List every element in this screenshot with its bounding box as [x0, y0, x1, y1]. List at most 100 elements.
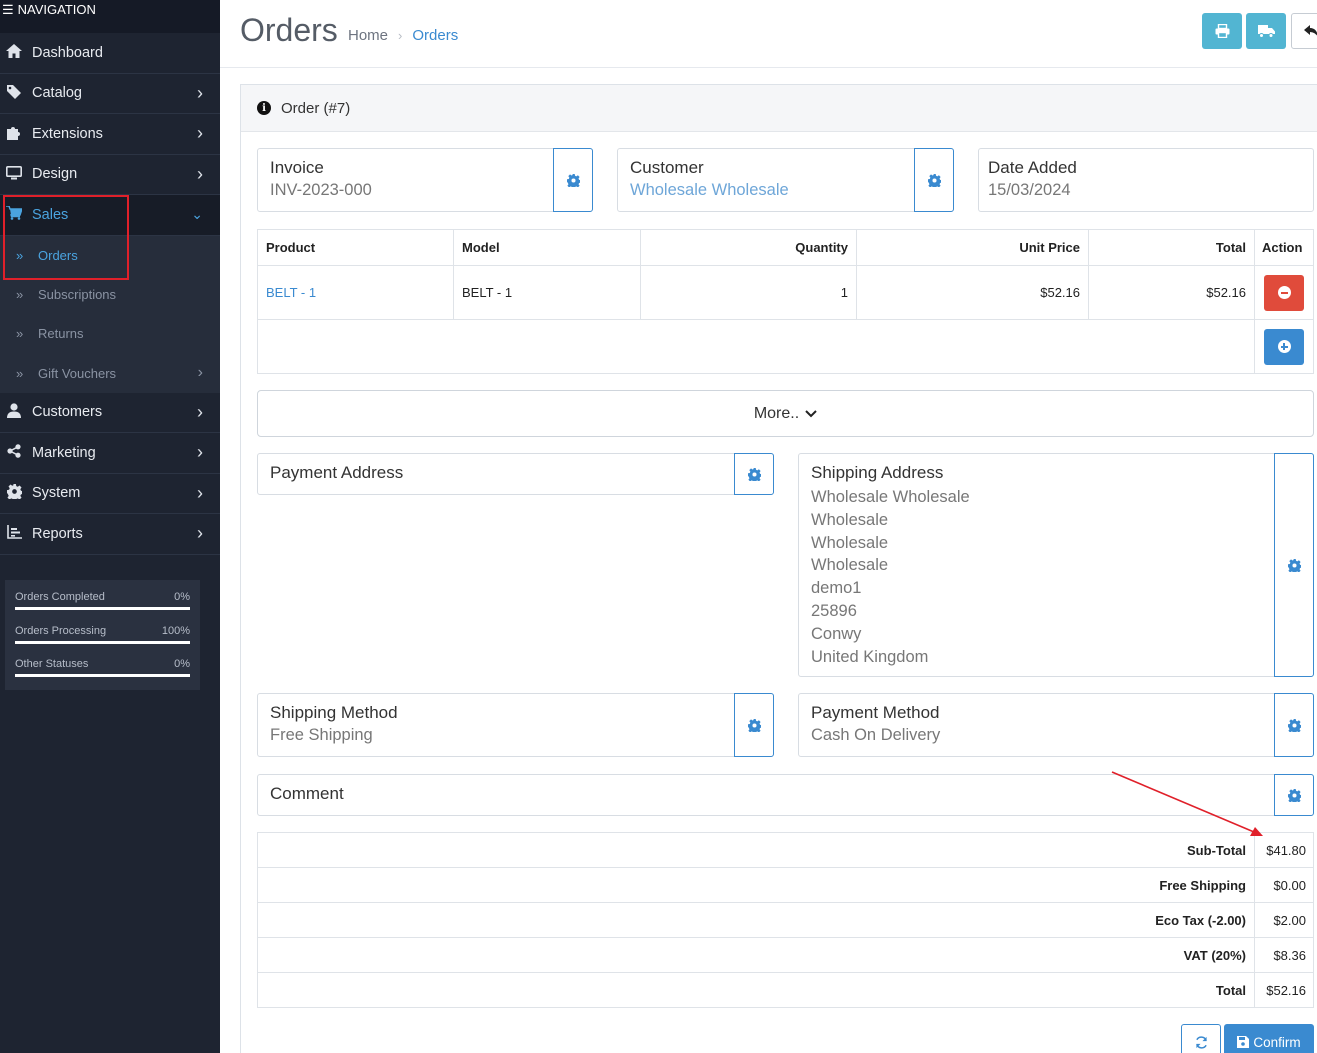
totals-label: VAT (20%): [257, 937, 1255, 973]
chevron-down-icon: [805, 409, 817, 417]
date-added-box: Date Added 15/03/2024: [978, 148, 1314, 212]
totals-value: $2.00: [1254, 902, 1314, 938]
customer-link[interactable]: Wholesale Wholesale: [630, 181, 789, 200]
gear-icon: [1287, 788, 1301, 802]
more-button[interactable]: More..: [257, 390, 1314, 437]
column-header-model: Model: [453, 229, 641, 266]
remove-product-button[interactable]: [1264, 274, 1304, 311]
double-chevron-icon: »: [16, 286, 24, 302]
gear-icon: [747, 467, 761, 481]
sidebar-item-customers[interactable]: Customers ›: [0, 393, 220, 434]
double-chevron-icon: »: [16, 365, 24, 381]
shipping-method-box: Shipping Method Free Shipping: [257, 693, 774, 757]
chevron-right-icon: ›: [197, 123, 203, 144]
empty-cell: [257, 319, 1255, 374]
breadcrumb-separator-icon: ›: [398, 28, 403, 43]
menu-icon[interactable]: ☰: [2, 2, 14, 18]
breadcrumb-orders-link[interactable]: Orders: [412, 27, 458, 44]
customer-box: Customer Wholesale Wholesale: [617, 148, 954, 212]
totals-label: Eco Tax (-2.00): [257, 902, 1255, 938]
address-line: United Kingdom: [811, 647, 929, 666]
save-icon: [1237, 1036, 1250, 1048]
gear-icon: [1287, 558, 1301, 572]
print-invoice-button[interactable]: [1202, 13, 1242, 49]
gear-icon: [4, 484, 24, 502]
payment-method-settings-button[interactable]: [1274, 693, 1314, 757]
shipping-address-settings-button[interactable]: [1274, 453, 1314, 677]
product-table: Product Model Quantity Unit Price Total …: [257, 229, 1314, 374]
chevron-right-icon: ›: [197, 163, 203, 184]
column-header-total: Total: [1088, 229, 1255, 266]
sidebar-subitem-returns[interactable]: » Returns: [0, 314, 220, 354]
breadcrumb-home-link[interactable]: Home: [348, 27, 388, 44]
sidebar-subitem-label: Returns: [38, 326, 84, 342]
sidebar: ☰ NAVIGATION Dashboard Catalog › Extensi…: [0, 0, 220, 1053]
puzzle-icon: [4, 125, 24, 143]
product-link[interactable]: BELT - 1: [257, 265, 454, 320]
sidebar-item-catalog[interactable]: Catalog ›: [0, 74, 220, 114]
address-line: Wholesale: [811, 533, 889, 552]
payment-address-settings-button[interactable]: [734, 453, 774, 495]
shipping-address-box: Shipping Address Wholesale Wholesale Who…: [798, 453, 1314, 677]
stat-progress-bar: [15, 607, 190, 610]
product-total: $52.16: [1088, 265, 1255, 320]
table-row: BELT - 1 BELT - 1 1 $52.16 $52.16: [257, 265, 1314, 320]
invoice-label: Invoice: [270, 158, 324, 177]
plus-circle-icon: [1277, 340, 1291, 353]
payment-method-value: Cash On Delivery: [811, 726, 941, 744]
totals-value: $52.16: [1254, 972, 1314, 1008]
column-header-unit-price: Unit Price: [856, 229, 1089, 266]
order-card: i Order (#7) Invoice INV-2023-000 Custom…: [240, 84, 1317, 1053]
sidebar-item-design[interactable]: Design ›: [0, 155, 220, 195]
sidebar-subitem-subscriptions[interactable]: » Subscriptions: [0, 274, 220, 315]
shipping-method-settings-button[interactable]: [734, 693, 774, 757]
stat-progress-fill: [15, 640, 190, 644]
stat-progress-bar: [15, 674, 190, 677]
invoice-settings-button[interactable]: [553, 148, 593, 212]
column-header-quantity: Quantity: [640, 229, 857, 266]
back-button[interactable]: [1291, 13, 1317, 49]
sidebar-subitem-gift-vouchers[interactable]: » Gift Vouchers ›: [0, 353, 220, 393]
gear-icon: [1287, 718, 1301, 732]
sidebar-subitem-orders[interactable]: » Orders: [0, 235, 220, 275]
print-shipping-button[interactable]: [1246, 13, 1286, 49]
confirm-button[interactable]: Confirm: [1224, 1024, 1314, 1053]
totals-label: Total: [257, 972, 1255, 1008]
double-chevron-icon: »: [16, 326, 24, 342]
chevron-right-icon: ›: [197, 482, 203, 503]
truck-icon: [1257, 24, 1275, 38]
totals-row: Eco Tax (-2.00) $2.00: [257, 902, 1314, 938]
stat-other-statuses: Other Statuses 0%: [15, 657, 190, 691]
user-icon: [4, 403, 24, 421]
stat-value: 100%: [161, 624, 190, 637]
add-product-button[interactable]: [1264, 328, 1304, 365]
address-line: Wholesale: [811, 556, 889, 575]
payment-method-label: Payment Method: [811, 703, 940, 722]
product-action-cell: [1254, 265, 1314, 320]
customer-settings-button[interactable]: [914, 148, 954, 212]
sidebar-item-extensions[interactable]: Extensions ›: [0, 114, 220, 155]
sidebar-item-sales[interactable]: Sales ⌄: [0, 195, 220, 236]
sidebar-item-marketing[interactable]: Marketing ›: [0, 433, 220, 474]
invoice-value: INV-2023-000: [270, 181, 372, 199]
comment-settings-button[interactable]: [1274, 774, 1314, 816]
date-added-label: Date Added: [988, 158, 1077, 177]
column-header-product: Product: [257, 229, 454, 266]
customer-label: Customer: [630, 158, 704, 177]
navigation-header[interactable]: ☰ NAVIGATION: [0, 0, 220, 33]
address-line: demo1: [811, 579, 862, 598]
annotation-arrow: [1111, 771, 1263, 836]
sidebar-item-label: Reports: [32, 525, 83, 542]
order-stats-panel: Orders Completed 0% Orders Processing 10…: [5, 580, 200, 690]
sidebar-item-label: System: [32, 485, 81, 502]
breadcrumb: Home › Orders: [348, 27, 458, 44]
stat-progress-bar: [15, 640, 190, 644]
sidebar-item-system[interactable]: System ›: [0, 474, 220, 515]
sidebar-item-label: Sales: [32, 206, 69, 223]
order-card-header: i Order (#7): [241, 85, 1317, 132]
gear-icon: [927, 173, 941, 187]
totals-table: Sub-Total $41.80 Free Shipping $0.00 Eco…: [257, 832, 1314, 1008]
refresh-button[interactable]: [1181, 1024, 1221, 1053]
sidebar-item-dashboard[interactable]: Dashboard: [0, 33, 220, 74]
sidebar-item-reports[interactable]: Reports ›: [0, 514, 220, 555]
